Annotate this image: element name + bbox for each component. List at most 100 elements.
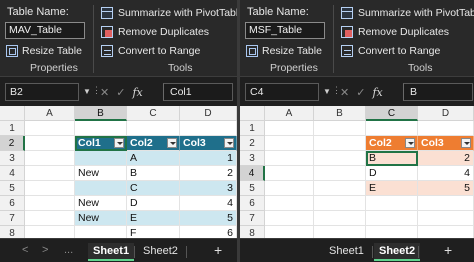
name-box[interactable]: C4 bbox=[245, 83, 319, 101]
table-name-input[interactable]: MSF_Table bbox=[245, 22, 325, 39]
cell-a1[interactable] bbox=[265, 121, 314, 136]
resize-table-button[interactable]: Resize Table bbox=[246, 44, 322, 58]
table-cell[interactable]: B bbox=[127, 166, 180, 181]
filter-dropdown-icon[interactable] bbox=[167, 138, 177, 148]
chevron-down-icon[interactable]: ▼ bbox=[83, 87, 91, 96]
cell-c1[interactable] bbox=[366, 121, 418, 136]
select-all-corner[interactable] bbox=[0, 106, 25, 121]
cell-b3[interactable] bbox=[314, 151, 366, 166]
formula-input[interactable]: B bbox=[403, 83, 473, 101]
table-cell[interactable]: E bbox=[127, 211, 180, 226]
table-cell[interactable]: D bbox=[366, 166, 418, 181]
remove-duplicates-button[interactable]: Remove Duplicates bbox=[101, 24, 209, 39]
enter-check-icon[interactable]: ✓ bbox=[356, 86, 365, 99]
column-header-c[interactable]: C bbox=[127, 106, 180, 121]
table-cell[interactable]: B bbox=[366, 151, 418, 166]
tab-sheet2[interactable]: Sheet2 bbox=[374, 243, 421, 261]
row-header-6[interactable]: 6 bbox=[0, 196, 25, 211]
add-sheet-icon[interactable]: + bbox=[444, 242, 452, 258]
table-cell[interactable]: A bbox=[127, 151, 180, 166]
table-header-col3[interactable]: Col3 bbox=[418, 136, 474, 151]
resize-table-button[interactable]: Resize Table bbox=[6, 44, 82, 58]
cell-b6[interactable] bbox=[314, 196, 366, 211]
cell-b7[interactable] bbox=[314, 211, 366, 226]
row-header-2[interactable]: 2 bbox=[240, 136, 265, 151]
table-cell[interactable]: 1 bbox=[180, 151, 237, 166]
row-header-7[interactable]: 7 bbox=[0, 211, 25, 226]
table-cell[interactable]: 2 bbox=[418, 151, 474, 166]
table-cell[interactable]: 5 bbox=[180, 211, 237, 226]
column-header-d[interactable]: D bbox=[418, 106, 474, 121]
row-header-5[interactable]: 5 bbox=[240, 181, 265, 196]
row-header-4[interactable]: 4 bbox=[240, 166, 265, 181]
formula-input[interactable]: Col1 bbox=[163, 83, 233, 101]
table-cell[interactable]: 3 bbox=[180, 181, 237, 196]
spreadsheet-grid[interactable]: A B C D 1 2 3 4 5 6 7 8 Col1 Col2 Col3 A 1 New B 2 C 3 New D 4 Ne… bbox=[0, 106, 237, 241]
cell-a6[interactable] bbox=[265, 196, 314, 211]
table-cell[interactable]: D bbox=[127, 196, 180, 211]
cell-b2[interactable] bbox=[314, 136, 366, 151]
table-cell[interactable]: 5 bbox=[418, 181, 474, 196]
tab-sheet1[interactable]: Sheet1 bbox=[88, 243, 135, 261]
cancel-icon[interactable]: ✕ bbox=[100, 86, 109, 99]
cell-a3[interactable] bbox=[265, 151, 314, 166]
cell-c6[interactable] bbox=[366, 196, 418, 211]
row-header-5[interactable]: 5 bbox=[0, 181, 25, 196]
more-dots-icon[interactable]: ⋮ bbox=[92, 85, 101, 96]
summarize-pivottable-button[interactable]: Summarize with PivotTable bbox=[341, 5, 474, 20]
table-header-col2[interactable]: Col2 bbox=[127, 136, 180, 151]
row-header-4[interactable]: 4 bbox=[0, 166, 25, 181]
insert-function-icon[interactable]: fx bbox=[372, 86, 382, 99]
cell-a4[interactable] bbox=[265, 166, 314, 181]
insert-function-icon[interactable]: fx bbox=[132, 86, 142, 99]
row-header-2[interactable]: 2 bbox=[0, 136, 25, 151]
table-cell[interactable]: 4 bbox=[180, 196, 237, 211]
cell-b5[interactable] bbox=[314, 181, 366, 196]
row-header-1[interactable]: 1 bbox=[0, 121, 25, 136]
cell-a5[interactable] bbox=[265, 181, 314, 196]
row-header-3[interactable]: 3 bbox=[240, 151, 265, 166]
row-header-6[interactable]: 6 bbox=[240, 196, 265, 211]
table-cell[interactable]: 4 bbox=[418, 166, 474, 181]
column-header-b[interactable]: B bbox=[314, 106, 366, 121]
tab-sheet1[interactable]: Sheet1 bbox=[324, 243, 369, 261]
table-header-col2[interactable]: Col2 bbox=[366, 136, 418, 151]
more-dots-icon[interactable]: ⋮ bbox=[332, 85, 341, 96]
table-cell[interactable]: New bbox=[75, 166, 127, 181]
cell-a7[interactable] bbox=[265, 211, 314, 226]
cell-c1[interactable] bbox=[127, 121, 180, 136]
tab-sheet2[interactable]: Sheet2 bbox=[138, 243, 183, 261]
column-header-b[interactable]: B bbox=[75, 106, 127, 121]
remove-duplicates-button[interactable]: Remove Duplicates bbox=[341, 24, 449, 39]
cell-d1[interactable] bbox=[180, 121, 237, 136]
table-cell[interactable]: New bbox=[75, 196, 127, 211]
spreadsheet-grid[interactable]: A B C D 1 2 3 4 5 6 7 8 Col2 Col3 B 2 D 4 E 5 bbox=[240, 106, 474, 241]
filter-dropdown-icon[interactable] bbox=[114, 138, 124, 148]
more-sheets-icon[interactable]: ... bbox=[64, 244, 73, 256]
cell-a2[interactable] bbox=[265, 136, 314, 151]
convert-to-range-button[interactable]: Convert to Range bbox=[101, 43, 200, 58]
row-header-7[interactable]: 7 bbox=[240, 211, 265, 226]
cell-a1[interactable] bbox=[25, 121, 75, 136]
cell-a4[interactable] bbox=[25, 166, 75, 181]
column-header-a[interactable]: A bbox=[265, 106, 314, 121]
table-cell[interactable]: 2 bbox=[180, 166, 237, 181]
cell-b1[interactable] bbox=[75, 121, 127, 136]
cell-a6[interactable] bbox=[25, 196, 75, 211]
cell-b4[interactable] bbox=[314, 166, 366, 181]
select-all-corner[interactable] bbox=[240, 106, 265, 121]
table-cell[interactable]: C bbox=[127, 181, 180, 196]
cell-c7[interactable] bbox=[366, 211, 418, 226]
chevron-down-icon[interactable]: ▼ bbox=[323, 87, 331, 96]
filter-dropdown-icon[interactable] bbox=[224, 138, 234, 148]
cell-a2[interactable] bbox=[25, 136, 75, 151]
cell-d6[interactable] bbox=[418, 196, 474, 211]
row-header-1[interactable]: 1 bbox=[240, 121, 265, 136]
column-header-d[interactable]: D bbox=[180, 106, 237, 121]
cell-d7[interactable] bbox=[418, 211, 474, 226]
table-cell[interactable]: E bbox=[366, 181, 418, 196]
column-header-a[interactable]: A bbox=[25, 106, 75, 121]
cell-b1[interactable] bbox=[314, 121, 366, 136]
enter-check-icon[interactable]: ✓ bbox=[116, 86, 125, 99]
table-cell[interactable]: New bbox=[75, 211, 127, 226]
